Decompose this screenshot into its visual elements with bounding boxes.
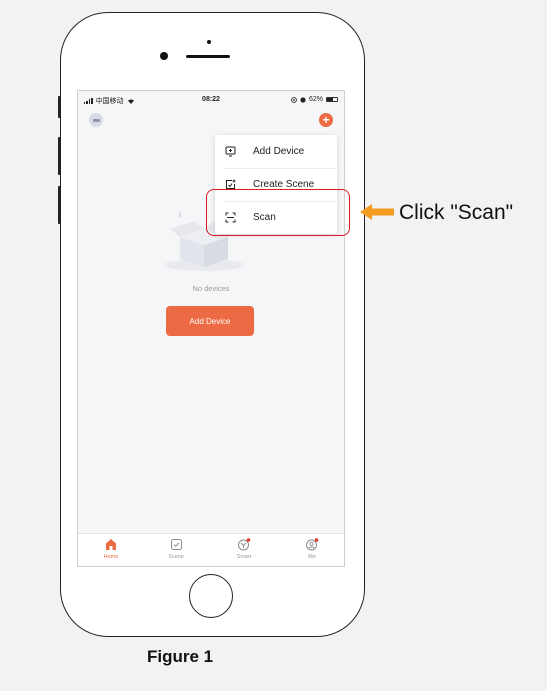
add-plus-button[interactable]: + bbox=[319, 113, 333, 127]
phone-home-button[interactable] bbox=[189, 574, 233, 618]
add-device-button[interactable]: Add Device bbox=[166, 306, 254, 336]
phone-top-dot bbox=[207, 40, 211, 44]
figure-caption: Figure 1 bbox=[147, 647, 214, 666]
app-screen: 中国移动 08:22 62% + No devices Add Device A… bbox=[77, 90, 345, 567]
smart-icon bbox=[238, 538, 251, 551]
menu-item-label: Add Device bbox=[253, 146, 305, 157]
alarm-icon bbox=[300, 96, 306, 103]
scene-icon bbox=[170, 539, 182, 550]
phone-side-button bbox=[58, 96, 61, 118]
arrow-left-icon bbox=[360, 204, 394, 220]
tab-label: Smart bbox=[236, 554, 252, 560]
tab-me[interactable]: Me bbox=[292, 538, 332, 560]
empty-state-text: No devices bbox=[192, 284, 230, 293]
me-icon bbox=[306, 538, 319, 551]
tab-label: Home bbox=[103, 554, 119, 560]
add-device-icon bbox=[225, 146, 236, 157]
tab-smart[interactable]: Smart bbox=[224, 538, 264, 560]
bottom-tab-bar: Home Scene Smart Me bbox=[78, 533, 344, 566]
family-avatar-icon[interactable] bbox=[89, 113, 103, 127]
menu-item-add-device[interactable]: Add Device bbox=[215, 135, 337, 168]
battery-percent: 62% bbox=[308, 96, 323, 103]
battery-icon bbox=[326, 97, 338, 102]
phone-speaker bbox=[186, 55, 230, 58]
phone-camera bbox=[160, 52, 168, 60]
home-icon bbox=[106, 539, 116, 550]
callout-text: Click "Scan" bbox=[399, 201, 514, 224]
status-right: 62% bbox=[291, 96, 338, 103]
tab-label: Scene bbox=[168, 554, 184, 560]
tab-scene[interactable]: Scene bbox=[156, 538, 196, 560]
tab-home[interactable]: Home bbox=[91, 538, 131, 560]
phone-side-button bbox=[58, 186, 61, 224]
phone-side-button bbox=[58, 137, 61, 175]
scan-highlight-box bbox=[206, 189, 350, 236]
tab-label: Me bbox=[308, 554, 316, 560]
status-bar: 中国移动 08:22 62% bbox=[78, 91, 344, 109]
location-icon bbox=[291, 96, 297, 103]
